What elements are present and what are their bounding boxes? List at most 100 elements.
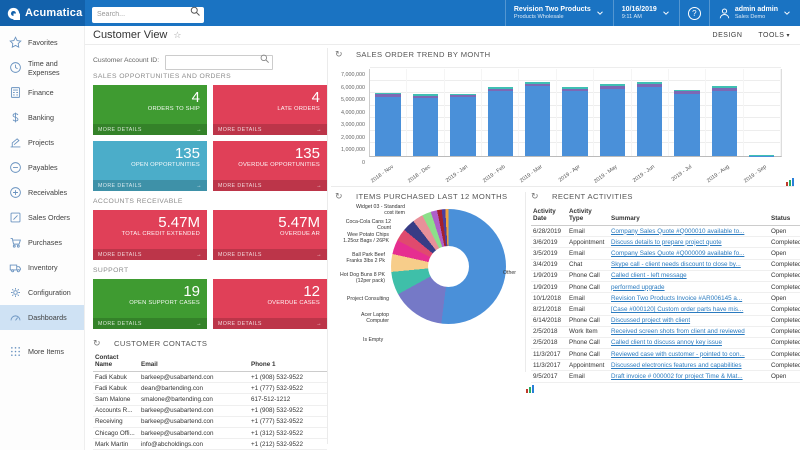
summary-link[interactable]: Discussed project with client [609, 315, 769, 326]
sidebar-item-more-items[interactable]: More Items [0, 339, 84, 364]
kpi-tile-overdue-cases[interactable]: 12OVERDUE CASESMORE DETAILS→ [213, 279, 327, 329]
sidebar-item-projects[interactable]: Projects [0, 130, 84, 155]
summary-link[interactable]: Received screen shots from client and re… [609, 326, 769, 337]
column-header-status[interactable]: Status [769, 206, 800, 226]
sidebar-item-dashboards[interactable]: Dashboards [0, 305, 84, 330]
table-row[interactable]: 9/5/2017EmailDraft invoice # 000002 for … [531, 371, 800, 382]
column-header-contact-name[interactable]: Contact Name [93, 352, 139, 372]
table-row[interactable]: Sam Malonesmalone@bartending.con617-512-… [93, 394, 327, 405]
refresh-icon[interactable]: ↻ [335, 50, 343, 59]
sidebar-item-finance[interactable]: Finance [0, 80, 84, 105]
search-input[interactable] [92, 7, 204, 23]
summary-link[interactable]: performed upgrade [609, 281, 769, 292]
table-row[interactable]: 2/5/2018Phone CallCalled client to discu… [531, 337, 800, 348]
maximize-widget-icon[interactable] [786, 178, 794, 186]
column-header-activity-date[interactable]: Activity Date [531, 206, 567, 226]
summary-link[interactable]: [Case #000120] Custom order parts have m… [609, 304, 769, 315]
summary-link[interactable]: Discussed electronics features and capab… [609, 360, 769, 371]
summary-link[interactable]: Company Sales Quote #Q000009 available f… [609, 248, 769, 259]
summary-link[interactable]: Called client to discuss annoy key issue [609, 337, 769, 348]
more-details-link[interactable]: MORE DETAILS→ [213, 249, 327, 260]
cell: +1 (777) 532-9522 [249, 383, 327, 394]
sidebar-item-purchases[interactable]: Purchases [0, 230, 84, 255]
user-menu[interactable]: admin admin Sales Demo [709, 0, 800, 26]
bar-2019-feb[interactable]: 2019 - Feb [482, 69, 519, 156]
kpi-tile-open-support-cases[interactable]: 19OPEN SUPPORT CASESMORE DETAILS→ [93, 279, 207, 329]
kpi-tile-total-credit-extended[interactable]: 5.47MTOTAL CREDIT EXTENDEDMORE DETAILS→ [93, 210, 207, 260]
kpi-tile-orders-to-ship[interactable]: 4ORDERS TO SHIPMORE DETAILS→ [93, 85, 207, 135]
refresh-icon[interactable]: ↻ [93, 339, 101, 348]
table-row[interactable]: Receivingbarkeep@usabartend.con+1 (777) … [93, 416, 327, 427]
table-row[interactable]: 3/4/2019ChatSkype call - client needs di… [531, 259, 800, 270]
summary-link[interactable]: Company Sales Quote #Q000010 available t… [609, 226, 769, 237]
acumatica-logo[interactable]: Acumatica [0, 0, 85, 26]
bar-2019-sep[interactable]: 2019 - Sep [744, 69, 781, 156]
table-row[interactable]: 1/9/2019Phone Callperformed upgradeCompl… [531, 281, 800, 292]
refresh-icon[interactable]: ↻ [531, 192, 539, 201]
sidebar-item-inventory[interactable]: Inventory [0, 255, 84, 280]
tools-button[interactable]: TOOLS▾ [758, 32, 790, 39]
table-row[interactable]: Chicago Offi...barkeep@usabartend.con+1 … [93, 427, 327, 438]
column-header-summary[interactable]: Summary [609, 206, 769, 226]
bar-2019-jan[interactable]: 2019 - Jan [445, 69, 482, 156]
column-header-email[interactable]: Email [139, 352, 249, 372]
table-row[interactable]: 2/5/2018Work ItemReceived screen shots f… [531, 326, 800, 337]
kpi-tile-overdue-ar[interactable]: 5.47MOVERDUE ARMORE DETAILS→ [213, 210, 327, 260]
bar-2018-nov[interactable]: 2018 - Nov [370, 69, 407, 156]
bar-2019-jun[interactable]: 2019 - Jun [632, 69, 669, 156]
bar-2019-aug[interactable]: 2019 - Aug [706, 69, 743, 156]
more-details-link[interactable]: MORE DETAILS→ [213, 180, 327, 191]
date-selector[interactable]: 10/16/2019 9:11 AM [613, 0, 679, 26]
table-row[interactable]: 6/28/2019EmailCompany Sales Quote #Q0000… [531, 226, 800, 237]
kpi-tile-overdue-opportunities[interactable]: 135OVERDUE OPPORTUNITIESMORE DETAILS→ [213, 141, 327, 191]
bar-2019-may[interactable]: 2019 - May [594, 69, 631, 156]
sidebar-item-configuration[interactable]: Configuration [0, 280, 84, 305]
more-details-link[interactable]: MORE DETAILS→ [93, 249, 207, 260]
more-details-link[interactable]: MORE DETAILS→ [93, 180, 207, 191]
column-header-activity-type[interactable]: Activity Type [567, 206, 609, 226]
table-row[interactable]: 8/21/2018Email[Case #000120] Custom orde… [531, 304, 800, 315]
summary-link[interactable]: Discuss details to prepare project quote [609, 237, 769, 248]
kpi-tile-open-opportunities[interactable]: 135OPEN OPPORTUNITIESMORE DETAILS→ [93, 141, 207, 191]
more-details-link[interactable]: MORE DETAILS→ [213, 318, 327, 329]
table-row[interactable]: Mark Martininfo@abcholdings.con+1 (212) … [93, 439, 327, 450]
table-row[interactable]: 10/1/2018EmailRevision Two Products Invo… [531, 293, 800, 304]
sidebar-item-banking[interactable]: Banking [0, 105, 84, 130]
summary-link[interactable]: Revision Two Products Invoice #AR006145 … [609, 293, 769, 304]
bar-2019-mar[interactable]: 2019 - Mar [519, 69, 556, 156]
sidebar-item-receivables[interactable]: Receivables [0, 180, 84, 205]
help-button[interactable]: ? [679, 0, 709, 26]
bar-2019-jul[interactable]: 2019 - Jul [669, 69, 706, 156]
table-row[interactable]: Accounts R...barkeep@usabartend.con+1 (9… [93, 405, 327, 416]
sidebar-item-favorites[interactable]: Favorites [0, 30, 84, 55]
kpi-tile-late-orders[interactable]: 4LATE ORDERSMORE DETAILS→ [213, 85, 327, 135]
lookup-icon[interactable] [259, 53, 270, 64]
bar-2018-dec[interactable]: 2018 - Dec [407, 69, 444, 156]
refresh-icon[interactable]: ↻ [335, 192, 343, 201]
more-details-link[interactable]: MORE DETAILS→ [213, 124, 327, 135]
table-row[interactable]: 3/5/2019EmailCompany Sales Quote #Q00000… [531, 248, 800, 259]
table-row[interactable]: 3/6/2019AppointmentDiscuss details to pr… [531, 237, 800, 248]
table-row[interactable]: 11/3/2017Phone CallReviewed case with cu… [531, 349, 800, 360]
table-row[interactable]: 1/9/2019Phone CallCalled client - left m… [531, 270, 800, 281]
table-row[interactable]: 11/3/2017AppointmentDiscussed electronic… [531, 360, 800, 371]
company-selector[interactable]: Revision Two Products Products Wholesale [505, 0, 613, 26]
more-details-link[interactable]: MORE DETAILS→ [93, 124, 207, 135]
table-row[interactable]: Fadi Kabukdean@bartending.con+1 (777) 53… [93, 383, 327, 394]
search-icon[interactable] [189, 5, 201, 17]
sidebar-item-sales-orders[interactable]: Sales Orders [0, 205, 84, 230]
bar-2019-apr[interactable]: 2019 - Apr [557, 69, 594, 156]
summary-link[interactable]: Draft invoice # 000002 for project Time … [609, 371, 769, 382]
more-details-link[interactable]: MORE DETAILS→ [93, 318, 207, 329]
maximize-widget-icon[interactable] [526, 385, 534, 393]
table-row[interactable]: 6/14/2018Phone CallDiscussed project wit… [531, 315, 800, 326]
summary-link[interactable]: Called client - left message [609, 270, 769, 281]
sidebar-item-payables[interactable]: Payables [0, 155, 84, 180]
favorite-star-icon[interactable]: ☆ [173, 30, 181, 41]
summary-link[interactable]: Reviewed case with customer - pointed to… [609, 349, 769, 360]
design-button[interactable]: DESIGN [713, 32, 743, 39]
table-row[interactable]: Fadi Kabukbarkeep@usabartend.con+1 (908)… [93, 372, 327, 383]
summary-link[interactable]: Skype call - client needs discount to cl… [609, 259, 769, 270]
sidebar-item-time-and-expenses[interactable]: Time and Expenses [0, 55, 84, 80]
column-header-phone-1[interactable]: Phone 1 [249, 352, 327, 372]
